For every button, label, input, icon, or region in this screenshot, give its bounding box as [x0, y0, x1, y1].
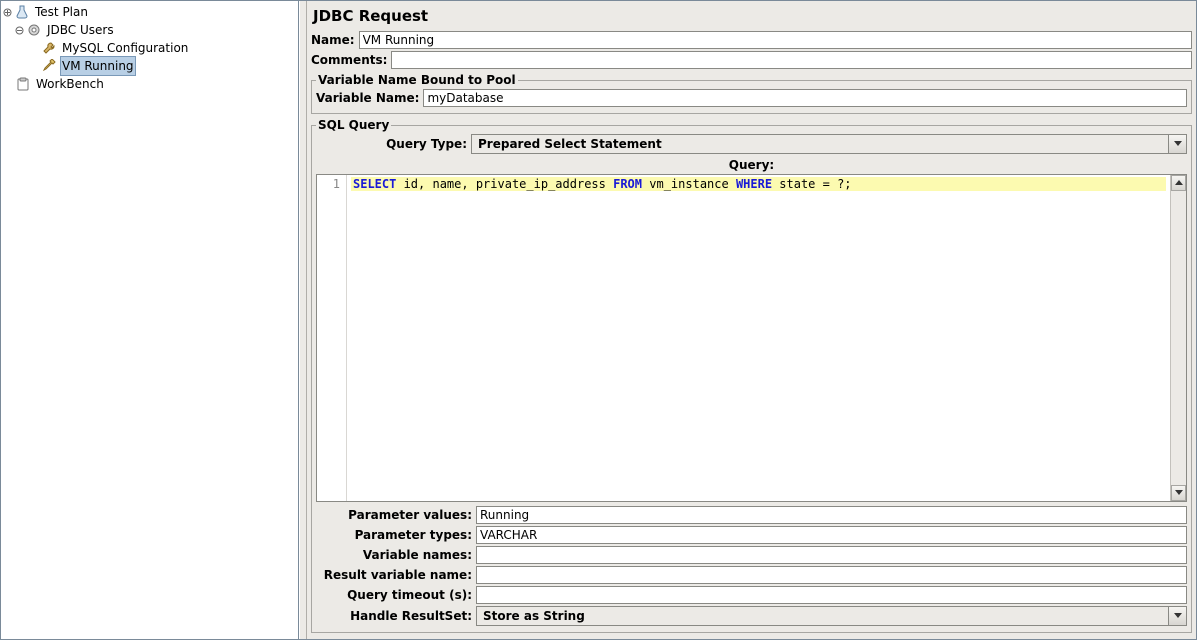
result-variable-input[interactable]: [476, 566, 1187, 584]
chevron-down-icon[interactable]: [1168, 135, 1186, 153]
beaker-icon: [14, 4, 30, 20]
query-type-select[interactable]: Prepared Select Statement: [471, 134, 1187, 154]
comments-input[interactable]: [391, 51, 1192, 69]
tree-node-vm-running[interactable]: VM Running: [1, 57, 298, 75]
handle-resultset-value: Store as String: [477, 609, 1168, 623]
tree-toggle-icon[interactable]: [15, 26, 24, 35]
page-title: JDBC Request: [311, 3, 1192, 31]
variable-names-label: Variable names:: [316, 548, 476, 562]
comments-label: Comments:: [311, 53, 391, 67]
wrench-icon: [41, 40, 57, 56]
param-types-input[interactable]: [476, 526, 1187, 544]
tree-label: MySQL Configuration: [60, 39, 190, 57]
tree-label: JDBC Users: [45, 21, 116, 39]
query-type-label: Query Type:: [316, 137, 471, 151]
clipboard-icon: [15, 76, 31, 92]
param-values-label: Parameter values:: [316, 508, 476, 522]
name-label: Name:: [311, 33, 359, 47]
tree-toggle-icon[interactable]: [3, 8, 12, 17]
tree-label: Test Plan: [33, 3, 90, 21]
editor-code[interactable]: SELECT id, name, private_ip_address FROM…: [347, 175, 1170, 501]
sql-editor[interactable]: 1 SELECT id, name, private_ip_address FR…: [316, 174, 1187, 502]
variable-name-label: Variable Name:: [316, 91, 423, 105]
sql-query-group: SQL Query Query Type: Prepared Select St…: [311, 118, 1192, 633]
splitter-handle[interactable]: [299, 1, 307, 639]
scroll-down-icon[interactable]: [1171, 485, 1186, 501]
tree-node-mysql-config[interactable]: MySQL Configuration: [1, 39, 298, 57]
param-types-label: Parameter types:: [316, 528, 476, 542]
name-input[interactable]: [359, 31, 1192, 49]
app-root: Test Plan JDBC Users MySQL Configuration: [0, 0, 1197, 640]
param-values-input[interactable]: [476, 506, 1187, 524]
variable-name-legend: Variable Name Bound to Pool: [316, 73, 518, 87]
gear-icon: [26, 22, 42, 38]
pipette-icon: [41, 58, 57, 74]
scroll-up-icon[interactable]: [1171, 175, 1186, 191]
result-variable-label: Result variable name:: [316, 568, 476, 582]
tree-label: WorkBench: [34, 75, 106, 93]
variable-name-group: Variable Name Bound to Pool Variable Nam…: [311, 73, 1192, 114]
tree-label-selected: VM Running: [60, 56, 136, 76]
sql-query-legend: SQL Query: [316, 118, 391, 132]
variable-names-input[interactable]: [476, 546, 1187, 564]
query-timeout-input[interactable]: [476, 586, 1187, 604]
query-timeout-label: Query timeout (s):: [316, 588, 476, 602]
query-label: Query:: [316, 156, 1187, 174]
test-plan-tree[interactable]: Test Plan JDBC Users MySQL Configuration: [1, 1, 299, 639]
chevron-down-icon[interactable]: [1168, 607, 1186, 625]
editor-scrollbar[interactable]: [1170, 175, 1186, 501]
editor-gutter: 1: [317, 175, 347, 501]
tree-node-workbench[interactable]: WorkBench: [1, 75, 298, 93]
query-type-value: Prepared Select Statement: [472, 137, 1168, 151]
tree-node-test-plan[interactable]: Test Plan: [1, 3, 298, 21]
handle-resultset-label: Handle ResultSet:: [316, 609, 476, 623]
tree-node-jdbc-users[interactable]: JDBC Users: [1, 21, 298, 39]
handle-resultset-select[interactable]: Store as String: [476, 606, 1187, 626]
form-panel: JDBC Request Name: Comments: Variable Na…: [307, 1, 1196, 639]
variable-name-input[interactable]: [423, 89, 1187, 107]
